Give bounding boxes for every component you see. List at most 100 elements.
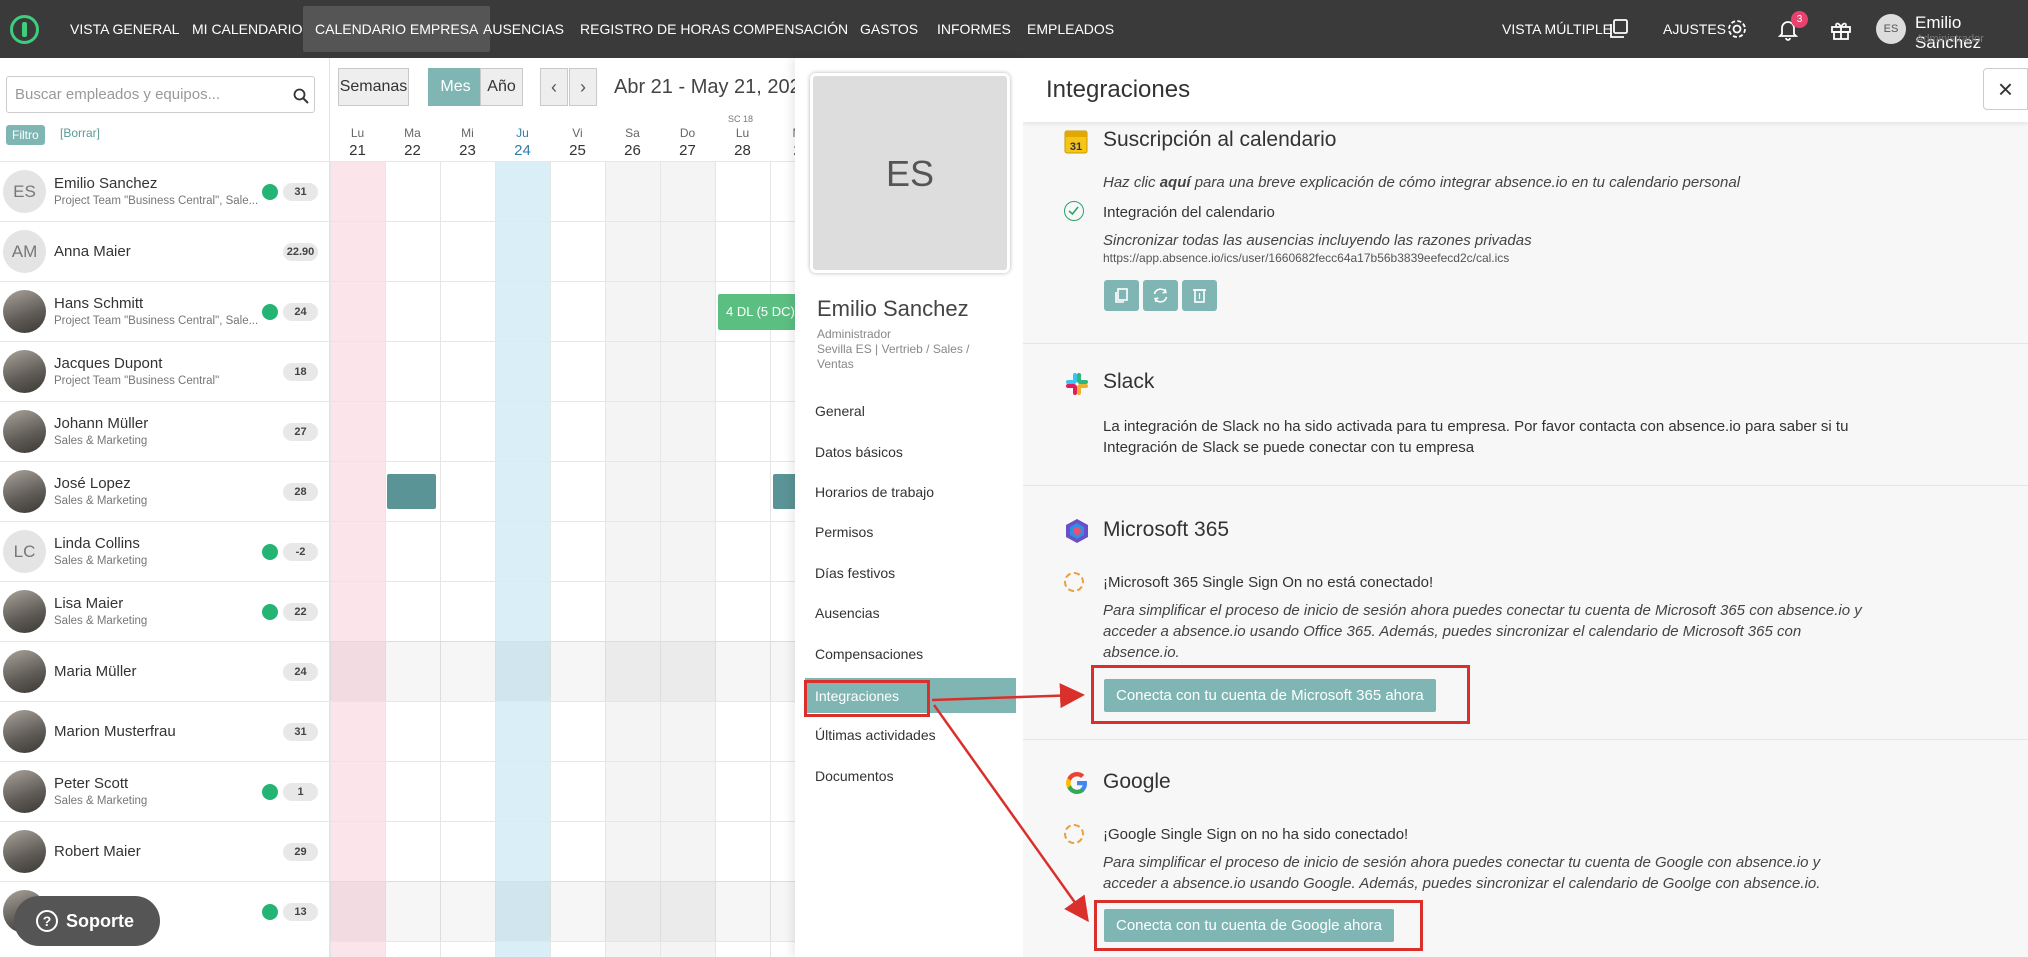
refresh-icon (1153, 288, 1168, 303)
multi-view-icon[interactable] (1609, 19, 1629, 39)
filter-badge[interactable]: Filtro (6, 125, 45, 145)
employee-row[interactable]: LC Linda Collins Sales & Marketing -2 (0, 521, 330, 581)
nav-empleados[interactable]: EMPLEADOS (1015, 0, 1126, 58)
employee-avatar (3, 410, 46, 453)
nav-calendario-empresa[interactable]: CALENDARIO EMPRESA (303, 6, 491, 52)
employee-row[interactable]: Jacques Dupont Project Team "Business Cen… (0, 341, 330, 401)
profile-name: Emilio Sanchez (817, 296, 969, 321)
view-month-button[interactable]: Mes (428, 68, 483, 106)
nav-mi-calendario[interactable]: MI CALENDARIO (180, 0, 314, 58)
refresh-url-button[interactable] (1143, 280, 1178, 311)
search-input[interactable] (7, 77, 277, 112)
copy-icon (1115, 288, 1128, 303)
weekday-label: Vi (572, 126, 583, 140)
employee-row[interactable]: José Lopez Sales & Marketing 28 (0, 461, 330, 521)
employee-name[interactable]: Emilio Sanchez (54, 175, 157, 192)
search-icon[interactable] (293, 88, 309, 104)
google-icon (1066, 772, 1087, 794)
employee-name[interactable]: Peter Scott (54, 775, 128, 792)
employee-row[interactable]: Marion Musterfrau 31 (0, 701, 330, 761)
nav-compensacion[interactable]: COMPENSACIÓN (721, 0, 860, 58)
day-header: Lu 28 (715, 126, 770, 159)
employee-row[interactable]: ES Emilio Sanchez Project Team "Business C… (0, 161, 330, 221)
employee-row[interactable]: Johann Müller Sales & Marketing 27 (0, 401, 330, 461)
remaining-days-badge: 31 (283, 183, 318, 201)
weekday-label: Lu (350, 126, 365, 140)
employee-name[interactable]: Hans Schmitt (54, 295, 143, 312)
top-navigation-bar: VISTA GENERAL MI CALENDARIO CALENDARIO E… (0, 0, 2028, 58)
weekday-label: Do (679, 126, 696, 140)
employee-avatar: LC (3, 530, 46, 573)
profile-avatar: ES (810, 73, 1010, 273)
employee-name[interactable]: Johann Müller (54, 415, 148, 432)
nav-ausencias[interactable]: AUSENCIAS (471, 0, 576, 58)
employee-name[interactable]: Marion Musterfrau (54, 723, 176, 740)
help-icon: ? (36, 910, 58, 932)
nav-vista-general[interactable]: VISTA GENERAL (58, 0, 191, 58)
delete-url-button[interactable] (1182, 280, 1217, 311)
employee-row[interactable]: Hans Schmitt Project Team "Business Centr… (0, 281, 330, 341)
view-year-button[interactable]: Año (480, 68, 523, 106)
employee-name[interactable]: Lisa Maier (54, 595, 123, 612)
employee-name[interactable]: Anna Maier (54, 243, 131, 260)
day-number: 23 (459, 142, 476, 159)
row-divider (330, 281, 800, 282)
employee-row[interactable]: Robert Maier 29 (0, 821, 330, 881)
day-header: Mi 23 (440, 126, 495, 159)
close-button[interactable]: × (1983, 68, 2028, 110)
settings-label[interactable]: AJUSTES (1663, 0, 1726, 58)
gift-icon[interactable] (1829, 18, 1853, 42)
row-divider (330, 761, 800, 762)
copy-url-button[interactable] (1104, 280, 1139, 311)
menu-general[interactable]: General (815, 403, 865, 419)
calendar-help-link[interactable]: aquí (1160, 174, 1191, 191)
user-role: Administrador (1916, 33, 1984, 45)
employee-avatar: ES (3, 170, 46, 213)
employee-name[interactable]: Maria Müller (54, 663, 137, 680)
notification-badge: 3 (1791, 11, 1808, 28)
next-period-button[interactable]: › (569, 68, 597, 106)
menu-dias-festivos[interactable]: Días festivos (815, 565, 895, 581)
absence-event[interactable]: 4 DL (5 DC) (718, 294, 800, 330)
employee-row[interactable]: Peter Scott Sales & Marketing 1 (0, 761, 330, 821)
employee-name[interactable]: Linda Collins (54, 535, 140, 552)
employee-row[interactable]: AM Anna Maier 22.90 (0, 221, 330, 281)
employee-team: Sales & Marketing (54, 795, 148, 807)
employee-row[interactable]: Lisa Maier Sales & Marketing 22 (0, 581, 330, 641)
day-header: Lu 21 (330, 126, 385, 159)
menu-compensaciones[interactable]: Compensaciones (815, 646, 923, 662)
absence-logo-icon[interactable] (10, 15, 39, 44)
multi-view-label[interactable]: VISTA MÚLTIPLE (1502, 0, 1612, 58)
nav-informes[interactable]: INFORMES (925, 0, 1023, 58)
menu-documentos[interactable]: Documentos (815, 768, 894, 784)
menu-horarios-de-trabajo[interactable]: Horarios de trabajo (815, 484, 934, 500)
support-label: Soporte (66, 911, 135, 931)
employee-name[interactable]: Robert Maier (54, 843, 141, 860)
menu-ultimas-actividades[interactable]: Últimas actividades (815, 727, 936, 743)
employee-team: Sales & Marketing (54, 615, 148, 627)
menu-ausencias[interactable]: Ausencias (815, 605, 880, 621)
integrations-panel: 31 Suscripción al calendario Haz clic aq… (1023, 58, 2028, 957)
employee-name[interactable]: José Lopez (54, 475, 131, 492)
calendar-help-text: Haz clic aquí para una breve explicación… (1103, 172, 1740, 193)
prev-period-button[interactable]: ‹ (540, 68, 568, 106)
google-title: Google (1103, 770, 1171, 793)
clear-filter-link[interactable]: [Borrar] (60, 126, 100, 140)
slack-title: Slack (1103, 370, 1155, 393)
section-divider (1023, 739, 2028, 740)
view-weeks-button[interactable]: Semanas (338, 68, 409, 106)
nav-gastos[interactable]: GASTOS (848, 0, 930, 58)
day-number: 25 (569, 142, 586, 159)
absence-event-block[interactable] (387, 474, 436, 509)
user-avatar[interactable]: ES (1876, 14, 1906, 44)
support-button[interactable]: ? Soporte (14, 896, 160, 946)
calendar-ics-url[interactable]: https://app.absence.io/ics/user/1660682f… (1103, 251, 1509, 265)
employee-row[interactable]: Maria Müller 24 (0, 641, 330, 701)
menu-permisos[interactable]: Permisos (815, 524, 873, 540)
day-number: 22 (404, 142, 421, 159)
section-divider (1023, 343, 2028, 344)
nav-registro-de-horas[interactable]: REGISTRO DE HORAS (568, 0, 742, 58)
employee-name[interactable]: Jacques Dupont (54, 355, 162, 372)
gear-icon[interactable] (1726, 18, 1748, 40)
menu-datos-basicos[interactable]: Datos básicos (815, 444, 903, 460)
